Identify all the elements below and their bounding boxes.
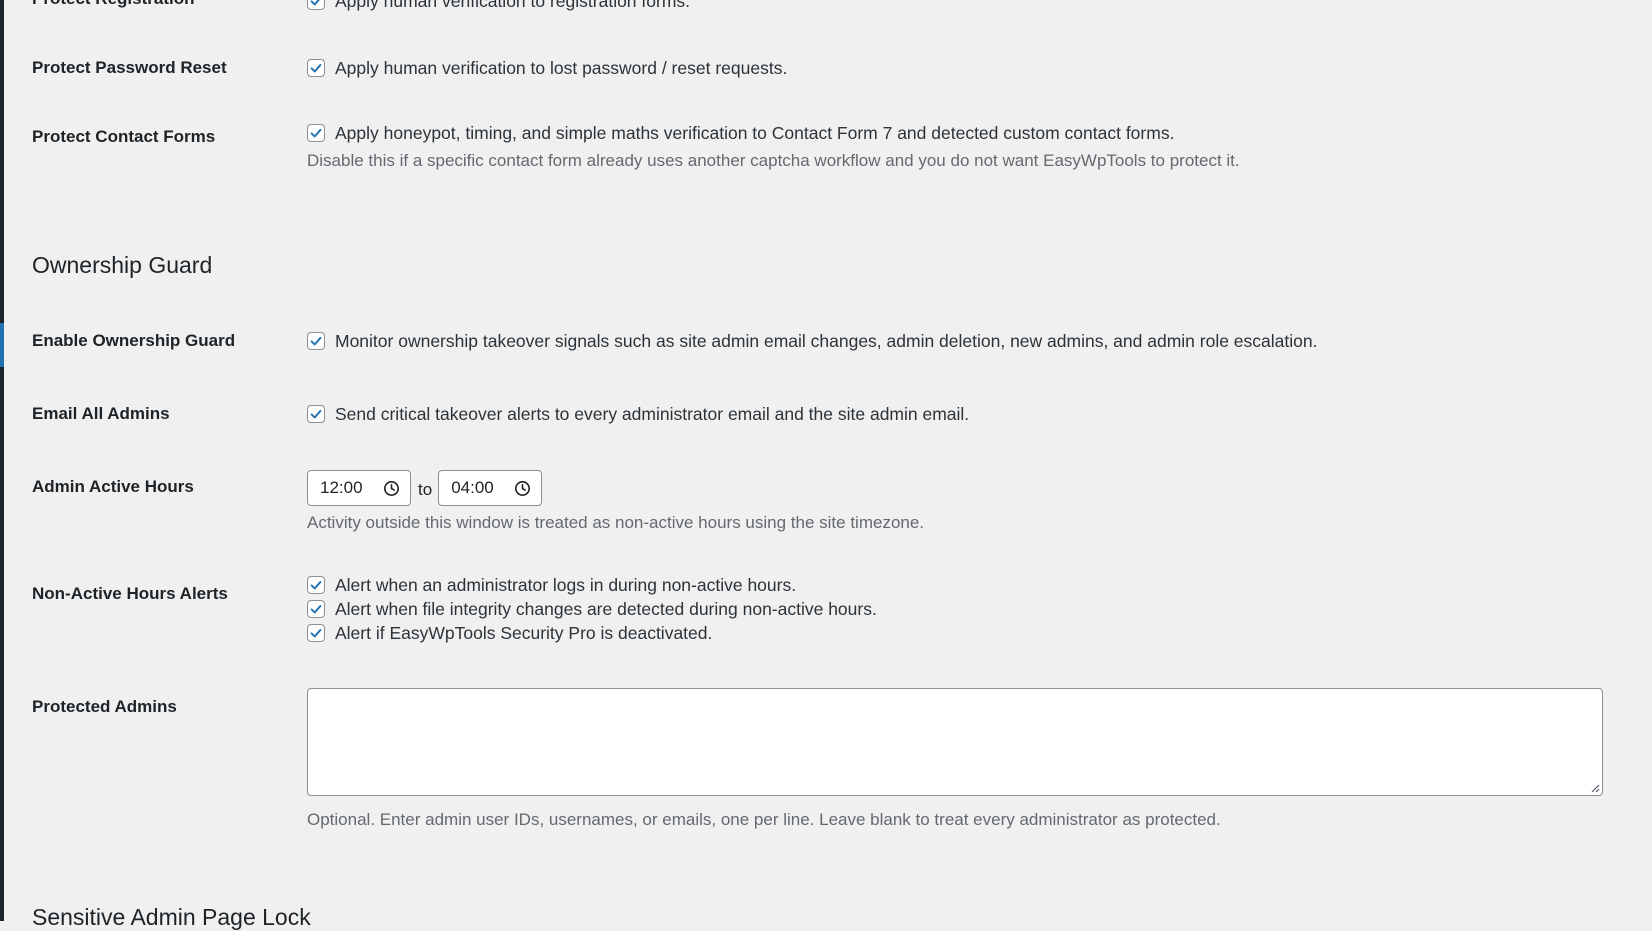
protect-password-reset-text: Apply human verification to lost passwor… bbox=[335, 58, 788, 78]
alert-file-integrity-option[interactable]: Alert when file integrity changes are de… bbox=[307, 597, 1612, 621]
enable-ownership-guard-text: Monitor ownership takeover signals such … bbox=[335, 331, 1318, 351]
protect-contact-forms-checkbox[interactable] bbox=[307, 124, 325, 142]
enable-ownership-guard-label: Enable Ownership Guard bbox=[32, 331, 236, 350]
active-hours-end-value: 04:00 bbox=[451, 478, 494, 497]
email-all-admins-field: Send critical takeover alerts to every a… bbox=[307, 402, 1612, 426]
non-active-alerts-label: Non-Active Hours Alerts bbox=[32, 584, 228, 603]
protect-contact-forms-option[interactable]: Apply honeypot, timing, and simple maths… bbox=[307, 121, 1612, 145]
protect-password-reset-field: Apply human verification to lost passwor… bbox=[307, 56, 1612, 80]
clock-icon[interactable] bbox=[383, 480, 400, 497]
checkmark-icon bbox=[310, 580, 322, 590]
checkmark-icon bbox=[310, 409, 322, 419]
admin-active-hours-field: 12:00 to 04:00 Activity outside this win… bbox=[307, 470, 1612, 535]
alert-file-integrity-text: Alert when file integrity changes are de… bbox=[335, 599, 877, 619]
enable-ownership-guard-checkbox[interactable] bbox=[307, 332, 325, 350]
email-all-admins-label: Email All Admins bbox=[32, 404, 170, 423]
enable-ownership-guard-option[interactable]: Monitor ownership takeover signals such … bbox=[307, 329, 1612, 353]
protect-registration-option[interactable]: Apply human verification to registration… bbox=[307, 0, 1612, 13]
email-all-admins-option[interactable]: Send critical takeover alerts to every a… bbox=[307, 402, 1612, 426]
protect-contact-forms-text: Apply honeypot, timing, and simple maths… bbox=[335, 123, 1175, 143]
non-active-alerts-field: Alert when an administrator logs in duri… bbox=[307, 573, 1612, 645]
checkmark-icon bbox=[310, 128, 322, 138]
protect-password-reset-checkbox[interactable] bbox=[307, 59, 325, 77]
admin-menu-active-indicator bbox=[0, 323, 4, 367]
admin-active-hours-label: Admin Active Hours bbox=[32, 477, 194, 496]
protected-admins-field: Optional. Enter admin user IDs, username… bbox=[307, 688, 1612, 832]
active-hours-start-value: 12:00 bbox=[320, 478, 363, 497]
active-hours-separator: to bbox=[418, 480, 433, 499]
alert-admin-login-checkbox[interactable] bbox=[307, 576, 325, 594]
protect-password-reset-option[interactable]: Apply human verification to lost passwor… bbox=[307, 56, 1612, 80]
email-all-admins-checkbox[interactable] bbox=[307, 405, 325, 423]
active-hours-description: Activity outside this window is treated … bbox=[307, 513, 925, 532]
alert-plugin-deactivated-option[interactable]: Alert if EasyWpTools Security Pro is dea… bbox=[307, 621, 1612, 645]
resize-handle-icon[interactable] bbox=[1590, 783, 1600, 793]
protect-registration-field: Apply human verification to registration… bbox=[307, 0, 1612, 13]
email-all-admins-text: Send critical takeover alerts to every a… bbox=[335, 404, 970, 424]
clock-icon[interactable] bbox=[514, 480, 531, 497]
protect-contact-forms-label: Protect Contact Forms bbox=[32, 127, 216, 146]
active-hours-range: 12:00 to 04:00 bbox=[307, 470, 1612, 506]
protect-registration-text: Apply human verification to registration… bbox=[335, 0, 691, 11]
checkmark-icon bbox=[310, 0, 320, 6]
protect-contact-forms-field: Apply honeypot, timing, and simple maths… bbox=[307, 121, 1612, 173]
protected-admins-description: Optional. Enter admin user IDs, username… bbox=[307, 810, 1221, 829]
protect-contact-forms-description: Disable this if a specific contact form … bbox=[307, 151, 1240, 170]
alert-plugin-deactivated-text: Alert if EasyWpTools Security Pro is dea… bbox=[335, 623, 713, 643]
alert-admin-login-option[interactable]: Alert when an administrator logs in duri… bbox=[307, 573, 1612, 597]
protect-registration-label: Protect Registration bbox=[32, 0, 194, 10]
admin-sidebar-edge bbox=[0, 0, 4, 921]
enable-ownership-guard-field: Monitor ownership takeover signals such … bbox=[307, 329, 1612, 353]
protect-password-reset-label: Protect Password Reset bbox=[32, 58, 227, 77]
active-hours-end-input[interactable]: 04:00 bbox=[438, 470, 543, 506]
checkmark-icon bbox=[310, 336, 322, 346]
alert-admin-login-text: Alert when an administrator logs in duri… bbox=[335, 575, 797, 595]
alert-plugin-deactivated-checkbox[interactable] bbox=[307, 624, 325, 642]
ownership-guard-heading: Ownership Guard bbox=[32, 252, 213, 278]
protected-admins-label: Protected Admins bbox=[32, 697, 177, 716]
sensitive-admin-page-lock-heading: Sensitive Admin Page Lock bbox=[32, 904, 311, 930]
checkmark-icon bbox=[310, 628, 322, 638]
protect-registration-checkbox[interactable] bbox=[307, 0, 325, 10]
alert-file-integrity-checkbox[interactable] bbox=[307, 600, 325, 618]
protected-admins-textarea[interactable] bbox=[307, 688, 1603, 796]
active-hours-start-input[interactable]: 12:00 bbox=[307, 470, 411, 506]
checkmark-icon bbox=[310, 604, 322, 614]
checkmark-icon bbox=[310, 63, 322, 73]
